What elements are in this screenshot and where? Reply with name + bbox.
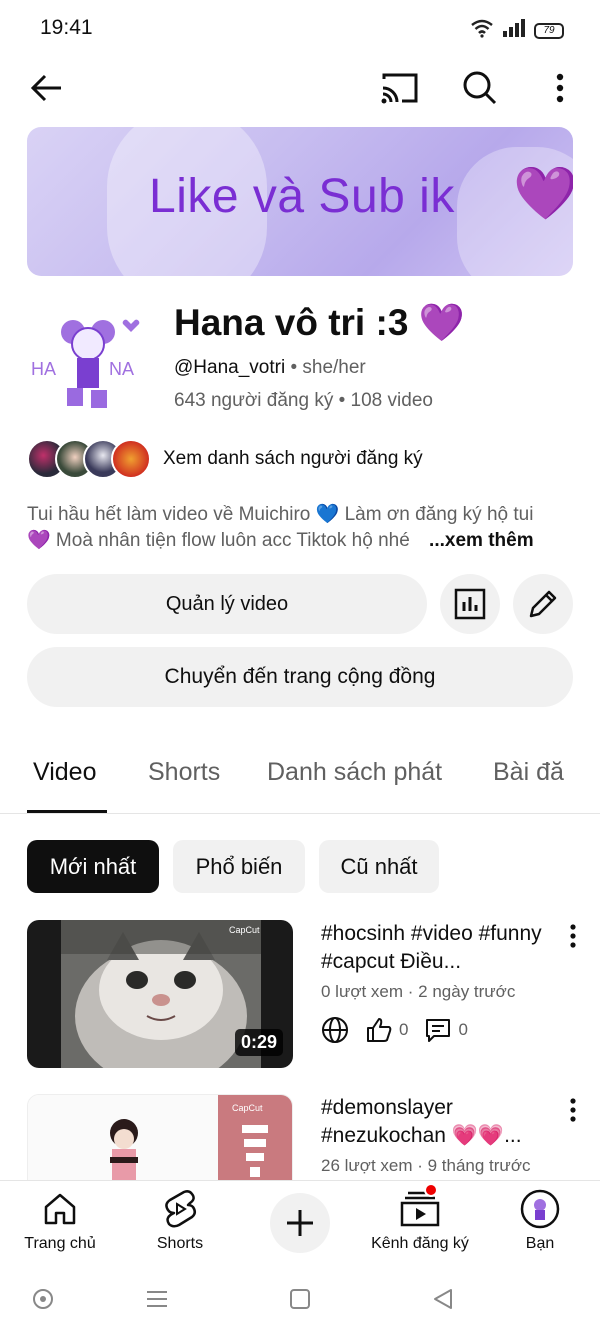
shorts-icon bbox=[162, 1189, 198, 1229]
battery-icon: 79 bbox=[534, 22, 564, 39]
chip-oldest[interactable]: Cũ nhất bbox=[319, 840, 439, 893]
video-list-item[interactable]: CapCut #demonslayer #nezukochan 💗💗... 26… bbox=[27, 1094, 600, 1242]
create-button[interactable] bbox=[270, 1193, 330, 1253]
capcut-watermark: CapCut bbox=[232, 1103, 263, 1113]
comment-icon bbox=[426, 1019, 451, 1042]
subscribers-row[interactable]: Xem danh sách người đăng ký bbox=[27, 437, 423, 481]
nav-label: Kênh đăng ký bbox=[371, 1235, 469, 1252]
video-duration: 0:29 bbox=[234, 1029, 283, 1056]
status-time: 19:41 bbox=[40, 16, 93, 39]
channel-banner: Like và Sub ik 💜 bbox=[27, 127, 573, 276]
nav-you[interactable]: Bạn bbox=[480, 1189, 600, 1253]
subscriber-avatar bbox=[111, 439, 151, 479]
show-more-link[interactable]: ...xem thêm bbox=[429, 530, 534, 551]
tab-posts[interactable]: Bài đă bbox=[493, 758, 564, 787]
go-to-community-button[interactable]: Chuyển đến trang cộng đồng bbox=[27, 647, 573, 707]
system-home-button[interactable] bbox=[285, 1284, 315, 1314]
circle-dot-icon bbox=[33, 1289, 53, 1309]
notification-dot bbox=[424, 1183, 438, 1197]
analytics-icon bbox=[454, 588, 486, 620]
banner-heart-emoji: 💜 bbox=[513, 165, 573, 223]
video-title[interactable]: #hocsinh #video #funny #capcut Điều... bbox=[321, 920, 556, 976]
status-icons: 79 bbox=[470, 18, 564, 43]
analytics-button[interactable] bbox=[440, 574, 500, 634]
tab-playlists[interactable]: Danh sách phát bbox=[267, 758, 442, 787]
cast-icon bbox=[381, 73, 418, 104]
capcut-watermark: CapCut bbox=[229, 925, 260, 935]
view-subscribers-link[interactable]: Xem danh sách người đăng ký bbox=[163, 448, 423, 470]
tab-shorts[interactable]: Shorts bbox=[148, 758, 220, 787]
nav-label: Trang chủ bbox=[24, 1235, 96, 1252]
more-vertical-icon bbox=[570, 1098, 576, 1122]
description-line: 💜 Moà nhân tiện flow luôn acc Tiktok hộ … bbox=[27, 530, 410, 551]
menu-icon bbox=[147, 1291, 167, 1307]
system-back-button[interactable] bbox=[428, 1284, 458, 1314]
more-vertical-icon bbox=[556, 73, 564, 103]
system-menu-button[interactable] bbox=[142, 1284, 172, 1314]
signal-icon bbox=[502, 18, 526, 43]
system-assist-button[interactable] bbox=[28, 1284, 58, 1314]
chip-latest[interactable]: Mới nhất bbox=[27, 840, 159, 893]
description-line: Tui hầu hết làm video về Muichiro 💙 Làm … bbox=[27, 504, 534, 525]
wifi-icon bbox=[470, 18, 494, 43]
bottom-navigation: Trang chủ Shorts Kênh đăng ký Bạn bbox=[0, 1180, 600, 1260]
channel-name-emoji: 💜 bbox=[418, 302, 465, 343]
avatar-text-left: HA bbox=[31, 359, 56, 379]
nav-home[interactable]: Trang chủ bbox=[0, 1189, 120, 1253]
avatar bbox=[520, 1189, 560, 1229]
channel-name: Hana vô tri :3 💜 bbox=[174, 302, 465, 345]
like-count: 0 bbox=[399, 1020, 409, 1039]
video-more-button[interactable] bbox=[561, 1098, 585, 1126]
channel-stats: 643 người đăng ký • 108 video bbox=[174, 390, 433, 411]
back-button[interactable] bbox=[24, 66, 68, 110]
video-more-button[interactable] bbox=[561, 924, 585, 952]
avatar-text-right: NA bbox=[109, 359, 134, 379]
nav-label: Bạn bbox=[525, 1235, 555, 1252]
nav-label: Shorts bbox=[156, 1235, 204, 1252]
nav-shorts[interactable]: Shorts bbox=[120, 1189, 240, 1253]
search-icon bbox=[463, 71, 497, 105]
search-button[interactable] bbox=[458, 66, 502, 110]
channel-handle-row: @Hana_votri • she/her bbox=[174, 357, 366, 379]
channel-tabs: Video Shorts Danh sách phát Bài đă bbox=[0, 742, 600, 814]
video-stats: 0 0 bbox=[321, 1016, 468, 1044]
subscriptions-icon bbox=[400, 1183, 440, 1229]
channel-handle: @Hana_votri bbox=[174, 357, 286, 378]
nav-subscriptions[interactable]: Kênh đăng ký bbox=[360, 1183, 480, 1253]
description-line-2: 💜 Moà nhân tiện flow luôn acc Tiktok hộ … bbox=[27, 528, 573, 554]
channel-pronouns: • she/her bbox=[290, 357, 366, 378]
home-icon bbox=[42, 1189, 78, 1229]
comment-count: 0 bbox=[458, 1020, 468, 1039]
cast-button[interactable] bbox=[378, 66, 422, 110]
channel-description[interactable]: Tui hầu hết làm video về Muichiro 💙 Làm … bbox=[27, 502, 573, 554]
edit-channel-button[interactable] bbox=[513, 574, 573, 634]
square-icon bbox=[290, 1289, 310, 1309]
video-meta: 0 lượt xem · 2 ngày trước bbox=[321, 982, 516, 1001]
chip-popular[interactable]: Phổ biến bbox=[173, 840, 305, 893]
arrow-left-icon bbox=[30, 74, 61, 102]
video-thumbnail[interactable]: CapCut 0:29 bbox=[27, 920, 293, 1068]
thumbs-up-icon bbox=[367, 1018, 392, 1042]
video-meta: 26 lượt xem · 9 tháng trước bbox=[321, 1156, 531, 1175]
pencil-icon bbox=[529, 590, 557, 618]
channel-name-text: Hana vô tri :3 bbox=[174, 302, 409, 343]
plus-icon bbox=[287, 1210, 313, 1236]
system-navigation-bar bbox=[0, 1262, 600, 1333]
banner-text: Like và Sub ik bbox=[149, 170, 455, 223]
triangle-back-icon bbox=[434, 1289, 452, 1309]
top-bar bbox=[0, 60, 600, 116]
active-tab-indicator bbox=[27, 810, 107, 813]
channel-avatar[interactable]: HA NA bbox=[27, 310, 147, 420]
video-title[interactable]: #demonslayer #nezukochan 💗💗... bbox=[321, 1094, 556, 1150]
more-vertical-icon bbox=[570, 924, 576, 948]
video-list-item[interactable]: CapCut 0:29 #hocsinh #video #funny #capc… bbox=[27, 920, 600, 1070]
manage-videos-button[interactable]: Quản lý video bbox=[27, 574, 427, 634]
status-bar: 19:41 79 bbox=[0, 0, 600, 58]
tab-videos[interactable]: Video bbox=[33, 758, 97, 787]
more-options-button[interactable] bbox=[538, 66, 582, 110]
globe-icon bbox=[322, 1017, 348, 1043]
